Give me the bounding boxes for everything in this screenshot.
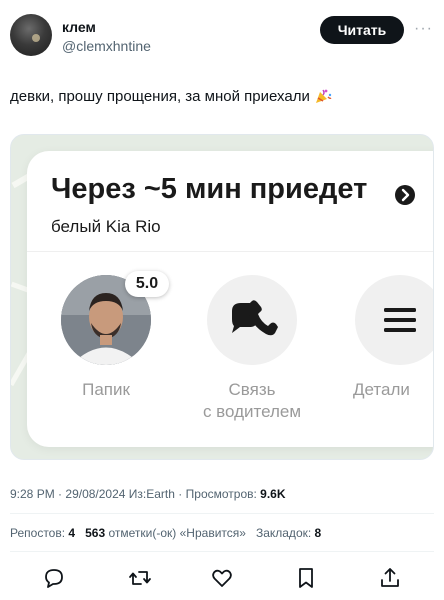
contact-label-line1: Связь <box>228 380 276 399</box>
likes-count[interactable]: 563 <box>85 526 105 540</box>
share-icon[interactable] <box>378 566 402 590</box>
user-handle[interactable]: @clemxhntine <box>62 38 151 54</box>
driver-name-label[interactable]: Папик <box>51 379 161 401</box>
party-popper-icon <box>315 89 332 103</box>
tweet-time[interactable]: 9:28 PM <box>10 487 55 501</box>
follow-button[interactable]: Читать <box>320 16 404 44</box>
divider <box>10 551 434 552</box>
contact-label-line2: с водителем <box>202 402 302 421</box>
tweet-source: Из:Earth <box>128 487 175 501</box>
tweet-media[interactable]: Через ~5 мин приедет белый Kia Rio 5.0 П… <box>10 134 434 460</box>
more-options-icon[interactable]: ··· <box>414 20 433 38</box>
like-icon[interactable] <box>210 566 234 590</box>
phone-chat-icon <box>232 300 278 336</box>
tweet-text-content: девки, прошу прощения, за мной приехали <box>10 88 310 105</box>
menu-icon <box>384 308 416 332</box>
chevron-right-icon[interactable] <box>395 185 415 205</box>
bookmark-icon[interactable] <box>294 566 318 590</box>
divider <box>27 251 433 252</box>
tweet-action-bar <box>0 562 444 594</box>
contact-driver-button[interactable] <box>207 275 297 365</box>
bookmarks-label[interactable]: Закладок: <box>256 526 311 540</box>
reposts-label[interactable]: Репостов: <box>10 526 65 540</box>
details-button[interactable] <box>355 275 433 365</box>
eta-title: Через ~5 мин приедет <box>51 173 368 205</box>
tweet-stats: Репостов: 4 563 отметки(-ок) «Нравится» … <box>10 526 321 540</box>
tweet-text: девки, прошу прощения, за мной приехали <box>10 88 332 105</box>
display-name[interactable]: клем <box>62 19 96 35</box>
reposts-count[interactable]: 4 <box>68 526 75 540</box>
driver-rating: 5.0 <box>125 271 169 297</box>
tweet-meta: 9:28 PM · 29/08/2024 Из:Earth · Просмотр… <box>10 487 286 501</box>
likes-label[interactable]: отметки(-ок) «Нравится» <box>109 526 246 540</box>
bookmarks-count[interactable]: 8 <box>315 526 322 540</box>
taxi-status-card: Через ~5 мин приедет белый Kia Rio 5.0 П… <box>27 151 433 447</box>
views-count: 9.6K <box>260 487 286 501</box>
avatar[interactable] <box>10 14 52 56</box>
details-label[interactable]: Детали <box>353 379 433 401</box>
divider <box>10 513 434 514</box>
car-description: белый Kia Rio <box>51 217 161 236</box>
views-label: Просмотров: <box>185 487 257 501</box>
repost-icon[interactable] <box>128 566 152 590</box>
reply-icon[interactable] <box>42 566 66 590</box>
tweet-date[interactable]: 29/08/2024 <box>65 487 125 501</box>
contact-driver-label[interactable]: Связь с водителем <box>187 379 317 423</box>
tweet-header: клем @clemxhntine Читать ··· <box>0 0 444 70</box>
